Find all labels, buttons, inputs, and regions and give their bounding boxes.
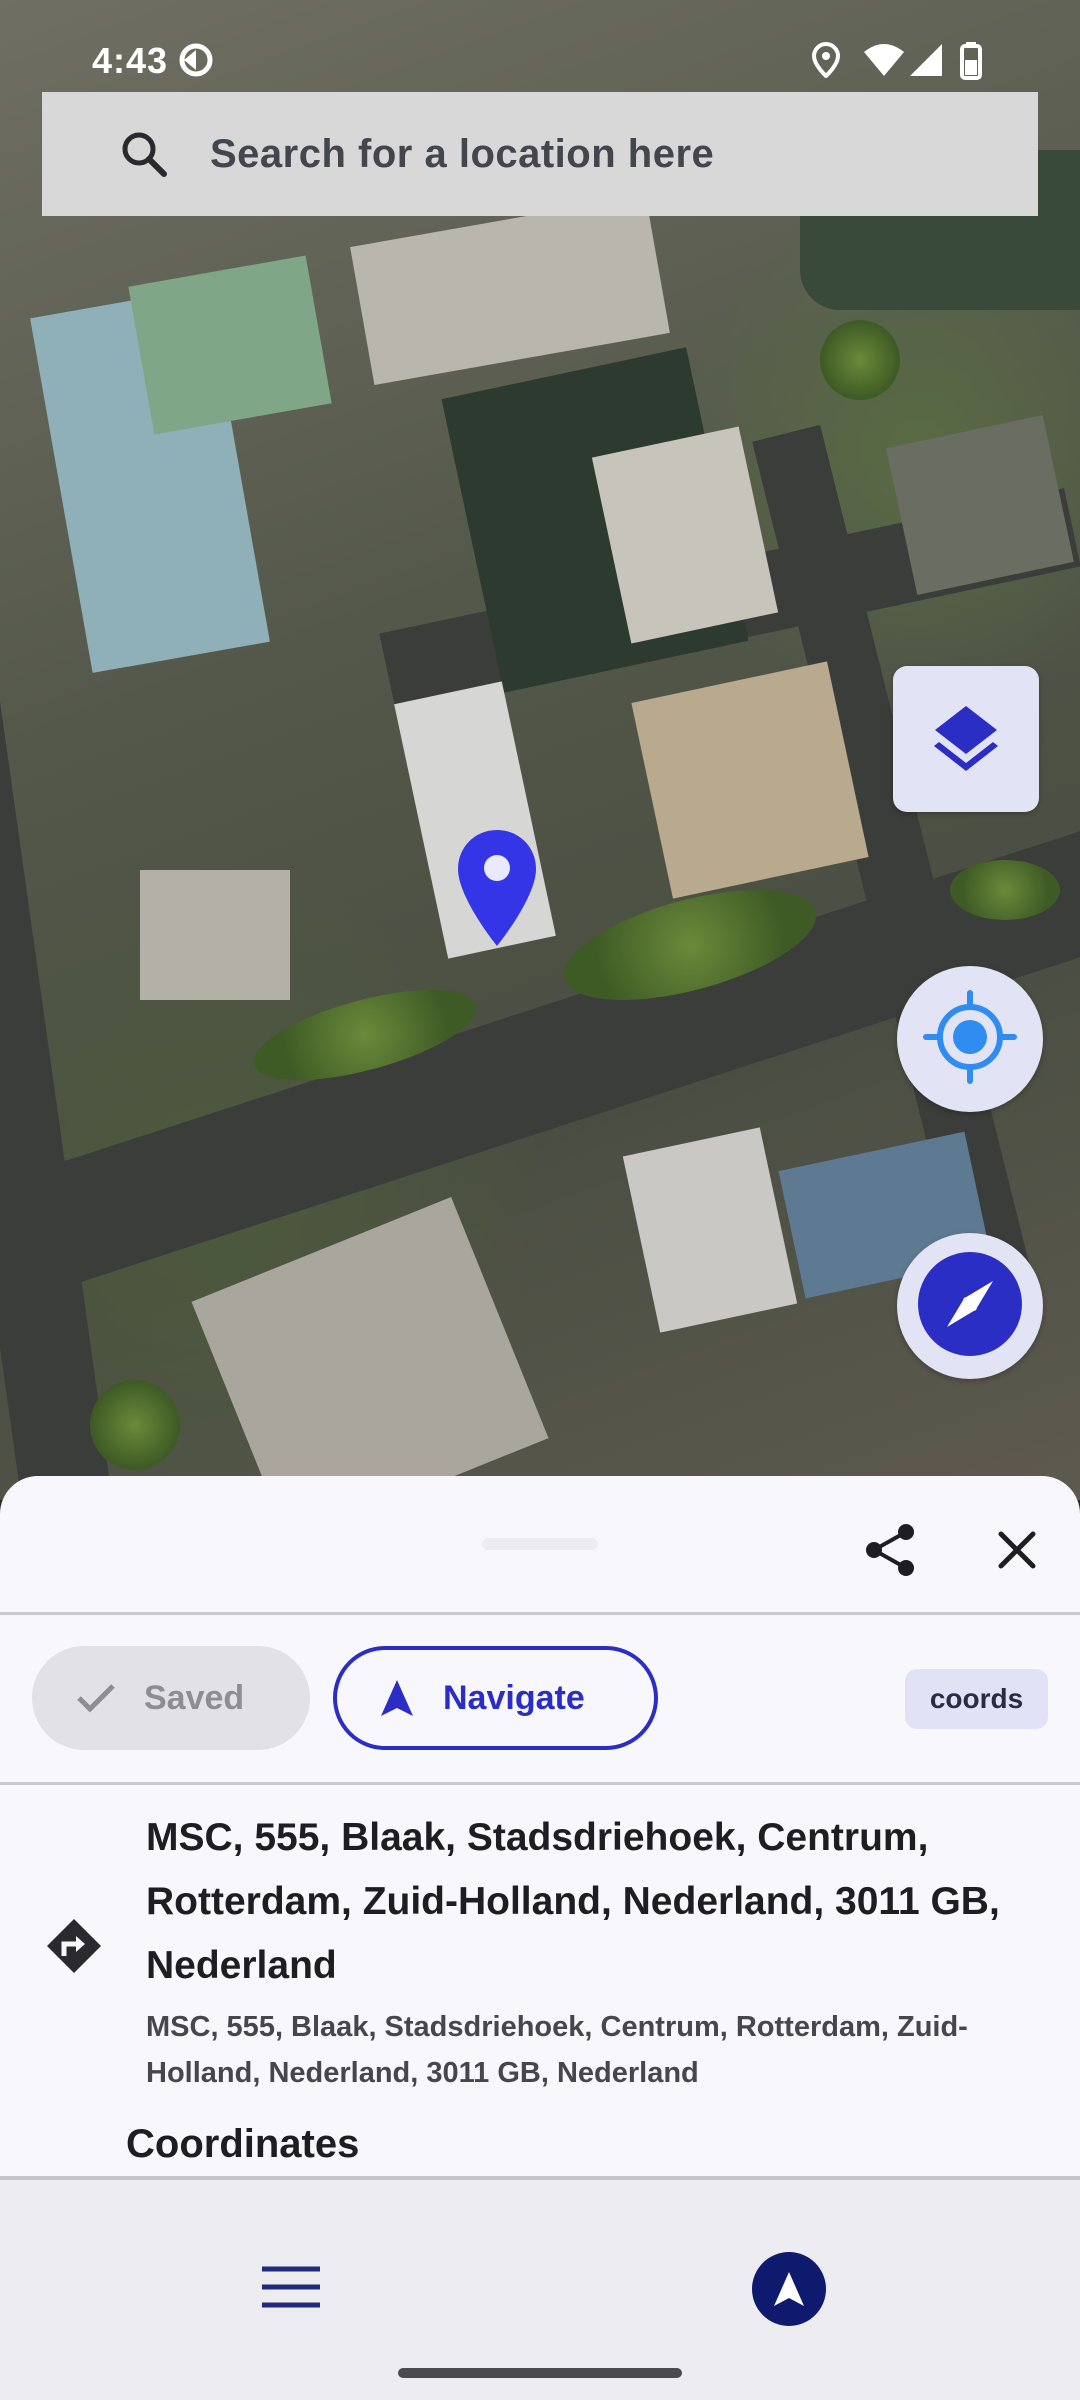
navigation-arrow-icon <box>381 1680 413 1716</box>
status-time: 4:43 <box>92 40 169 81</box>
saved-button[interactable]: Saved <box>32 1646 310 1750</box>
location-pin-icon[interactable] <box>456 828 538 948</box>
layers-icon <box>925 696 1007 783</box>
compass-icon <box>915 1249 1025 1364</box>
divider <box>0 1612 1080 1615</box>
navigate-button[interactable]: Navigate <box>333 1646 658 1750</box>
menu-button[interactable] <box>256 2252 326 2322</box>
my-location-icon <box>920 987 1020 1092</box>
saved-label: Saved <box>144 1678 245 1717</box>
wifi-icon <box>862 42 906 78</box>
share-icon[interactable] <box>858 1518 922 1582</box>
signal-icon <box>908 42 944 78</box>
navigate-label: Navigate <box>443 1678 585 1717</box>
sync-icon <box>176 42 213 78</box>
sheet-drag-handle[interactable] <box>482 1538 598 1550</box>
battery-icon <box>956 42 986 80</box>
check-icon <box>77 1684 115 1713</box>
my-location-button[interactable] <box>897 966 1043 1112</box>
start-navigation-button[interactable] <box>752 2252 826 2326</box>
compass-button[interactable] <box>897 1233 1043 1379</box>
place-address: MSC, 555, Blaak, Stadsdriehoek, Centrum,… <box>146 2011 968 2089</box>
layers-button[interactable] <box>893 666 1039 812</box>
search-icon <box>118 128 170 180</box>
coordinates-heading: Coordinates <box>126 2122 360 2166</box>
location-status-icon <box>808 41 844 79</box>
place-title: MSC, 555, Blaak, Stadsdriehoek, Centrum,… <box>146 1816 1000 1987</box>
menu-icon <box>262 2266 320 2308</box>
place-details-sheet: Saved Navigate coords MSC, 555, Blaak, S… <box>0 1476 1080 2176</box>
coords-chip[interactable]: coords <box>905 1669 1048 1729</box>
gesture-bar[interactable] <box>398 2368 682 2378</box>
directions-icon <box>44 1916 104 1976</box>
search-input[interactable]: Search for a location here <box>210 132 714 177</box>
navigation-arrow-icon <box>774 2272 804 2306</box>
search-bar[interactable]: Search for a location here <box>42 92 1038 216</box>
close-icon[interactable] <box>985 1518 1049 1582</box>
divider <box>0 1782 1080 1785</box>
bottom-navigation <box>0 2176 1080 2400</box>
